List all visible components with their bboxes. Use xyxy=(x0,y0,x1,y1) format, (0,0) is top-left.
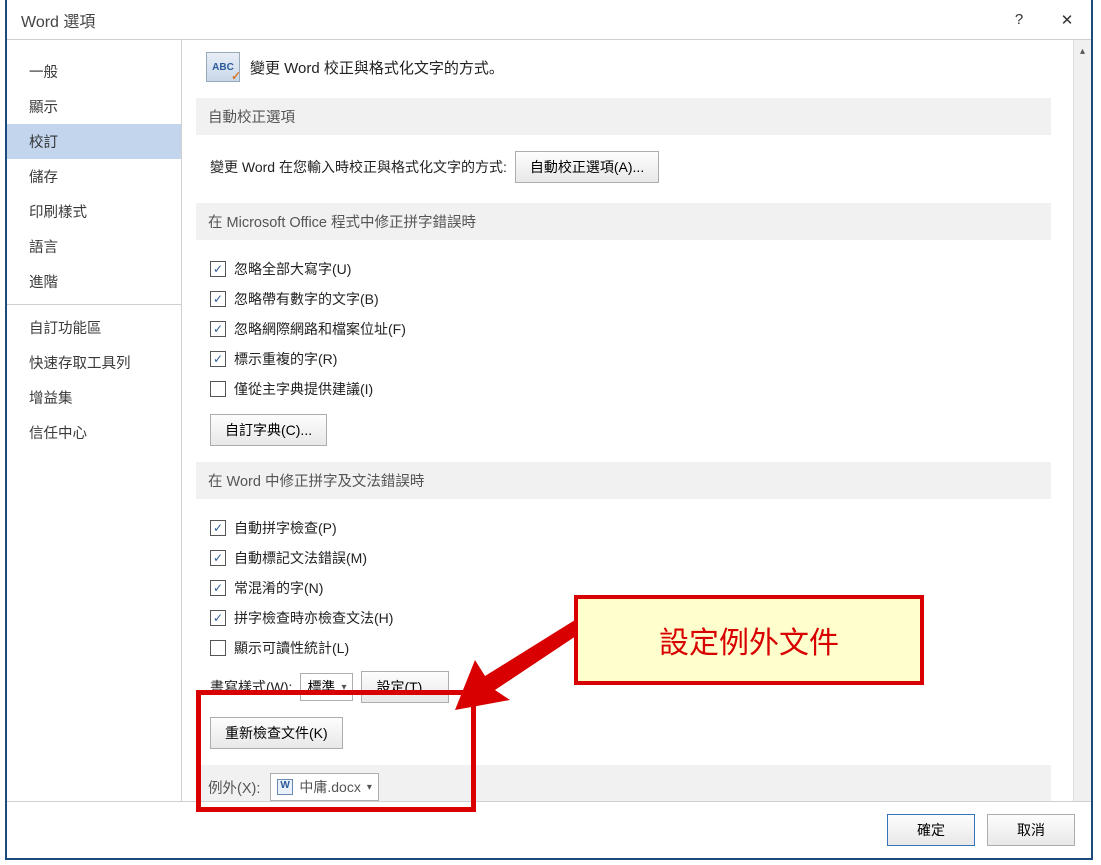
sidebar-item-trust-center[interactable]: 信任中心 xyxy=(7,415,181,450)
scroll-up-icon[interactable]: ▴ xyxy=(1076,43,1089,59)
chk-auto-grammar[interactable] xyxy=(210,550,226,566)
chk-main-dict-only-row: 僅從主字典提供建議(I) xyxy=(196,374,1051,404)
sidebar: 一般 顯示 校訂 儲存 印刷樣式 語言 進階 自訂功能區 快速存取工具列 增益集… xyxy=(7,40,182,801)
chk-flag-repeated-label: 標示重複的字(R) xyxy=(234,349,337,369)
chk-readability-row: 顯示可讀性統計(L) xyxy=(196,633,1051,663)
chk-confused-words[interactable] xyxy=(210,580,226,596)
custom-dict-row: 自訂字典(C)... xyxy=(196,412,1051,448)
dialog-footer: 確定 取消 xyxy=(7,801,1091,858)
sidebar-item-display[interactable]: 顯示 xyxy=(7,89,181,124)
document-icon xyxy=(277,779,293,795)
chevron-down-icon: ▾ xyxy=(341,682,346,693)
chk-ignore-uppercase-row: 忽略全部大寫字(U) xyxy=(196,254,1051,284)
chk-auto-grammar-row: 自動標記文法錯誤(M) xyxy=(196,543,1051,573)
chk-ignore-uppercase-label: 忽略全部大寫字(U) xyxy=(234,259,351,279)
section-word-spell-title: 在 Word 中修正拼字及文法錯誤時 xyxy=(196,462,1051,499)
page-description: 變更 Word 校正與格式化文字的方式。 xyxy=(250,57,504,78)
chk-ignore-numbers-label: 忽略帶有數字的文字(B) xyxy=(234,289,379,309)
proofing-icon: ABC xyxy=(206,52,240,82)
chk-auto-spell-row: 自動拼字檢查(P) xyxy=(196,513,1051,543)
exceptions-label: 例外(X): xyxy=(208,777,260,798)
recheck-row: 重新檢查文件(K) xyxy=(196,715,1051,751)
sidebar-item-typography[interactable]: 印刷樣式 xyxy=(7,194,181,229)
writing-style-dropdown[interactable]: 標準 ▾ xyxy=(300,673,353,701)
chk-readability-label: 顯示可讀性統計(L) xyxy=(234,638,349,658)
ok-button[interactable]: 確定 xyxy=(887,814,975,846)
dialog-window: Word 選項 ? ✕ 一般 顯示 校訂 儲存 印刷樣式 語言 進階 自訂功能區… xyxy=(5,0,1093,860)
section-exceptions-head: 例外(X): 中庸.docx ▾ xyxy=(196,765,1051,801)
titlebar: Word 選項 ? ✕ xyxy=(7,0,1091,40)
sidebar-item-advanced[interactable]: 進階 xyxy=(7,264,181,299)
sidebar-item-language[interactable]: 語言 xyxy=(7,229,181,264)
sidebar-item-addins[interactable]: 增益集 xyxy=(7,380,181,415)
chk-ignore-numbers-row: 忽略帶有數字的文字(B) xyxy=(196,284,1051,314)
chk-grammar-with-spell-label: 拼字檢查時亦檢查文法(H) xyxy=(234,608,393,628)
titlebar-actions: ? ✕ xyxy=(995,0,1091,39)
chk-ignore-numbers[interactable] xyxy=(210,291,226,307)
chk-auto-spell[interactable] xyxy=(210,520,226,536)
chk-readability[interactable] xyxy=(210,640,226,656)
dialog-title: Word 選項 xyxy=(21,8,95,32)
writing-style-value: 標準 xyxy=(307,677,335,697)
sidebar-item-customize-ribbon[interactable]: 自訂功能區 xyxy=(7,310,181,345)
chk-ignore-urls-label: 忽略網際網路和檔案位址(F) xyxy=(234,319,406,339)
sidebar-item-general[interactable]: 一般 xyxy=(7,54,181,89)
exceptions-document-dropdown[interactable]: 中庸.docx ▾ xyxy=(270,773,379,801)
chk-main-dict-only[interactable] xyxy=(210,381,226,397)
chk-flag-repeated[interactable] xyxy=(210,351,226,367)
chk-flag-repeated-row: 標示重複的字(R) xyxy=(196,344,1051,374)
autocorrect-label: 變更 Word 在您輸入時校正與格式化文字的方式: xyxy=(210,157,507,177)
sidebar-item-save[interactable]: 儲存 xyxy=(7,159,181,194)
chk-grammar-with-spell[interactable] xyxy=(210,610,226,626)
close-button[interactable]: ✕ xyxy=(1043,0,1091,39)
vertical-scrollbar[interactable]: ▴ xyxy=(1073,40,1091,801)
chk-auto-grammar-label: 自動標記文法錯誤(M) xyxy=(234,548,367,568)
sidebar-item-proofing[interactable]: 校訂 xyxy=(7,124,181,159)
help-button[interactable]: ? xyxy=(995,0,1043,39)
chk-ignore-uppercase[interactable] xyxy=(210,261,226,277)
writing-style-row: 書寫樣式(W): 標準 ▾ 設定(T)... xyxy=(196,669,1051,705)
section-autocorrect-title: 自動校正選項 xyxy=(196,98,1051,135)
dialog-body: 一般 顯示 校訂 儲存 印刷樣式 語言 進階 自訂功能區 快速存取工具列 增益集… xyxy=(7,40,1091,801)
page-header: ABC 變更 Word 校正與格式化文字的方式。 xyxy=(196,50,1051,92)
chk-ignore-urls-row: 忽略網際網路和檔案位址(F) xyxy=(196,314,1051,344)
chk-grammar-with-spell-row: 拼字檢查時亦檢查文法(H) xyxy=(196,603,1051,633)
chk-ignore-urls[interactable] xyxy=(210,321,226,337)
autocorrect-row: 變更 Word 在您輸入時校正與格式化文字的方式: 自動校正選項(A)... xyxy=(196,149,1051,185)
autocorrect-options-button[interactable]: 自動校正選項(A)... xyxy=(515,151,659,183)
chk-confused-words-label: 常混淆的字(N) xyxy=(234,578,323,598)
settings-button[interactable]: 設定(T)... xyxy=(361,671,449,703)
writing-style-label: 書寫樣式(W): xyxy=(210,677,292,697)
sidebar-separator xyxy=(7,304,181,305)
sidebar-item-quick-access[interactable]: 快速存取工具列 xyxy=(7,345,181,380)
chk-main-dict-only-label: 僅從主字典提供建議(I) xyxy=(234,379,373,399)
custom-dictionaries-button[interactable]: 自訂字典(C)... xyxy=(210,414,327,446)
section-office-spell-title: 在 Microsoft Office 程式中修正拼字錯誤時 xyxy=(196,203,1051,240)
cancel-button[interactable]: 取消 xyxy=(987,814,1075,846)
chk-auto-spell-label: 自動拼字檢查(P) xyxy=(234,518,337,538)
exceptions-document-value: 中庸.docx xyxy=(299,777,360,797)
chk-confused-words-row: 常混淆的字(N) xyxy=(196,573,1051,603)
main-panel: ABC 變更 Word 校正與格式化文字的方式。 自動校正選項 變更 Word … xyxy=(182,40,1091,801)
scroll-area: ABC 變更 Word 校正與格式化文字的方式。 自動校正選項 變更 Word … xyxy=(182,40,1071,801)
recheck-document-button[interactable]: 重新檢查文件(K) xyxy=(210,717,343,749)
chevron-down-icon: ▾ xyxy=(367,782,372,793)
